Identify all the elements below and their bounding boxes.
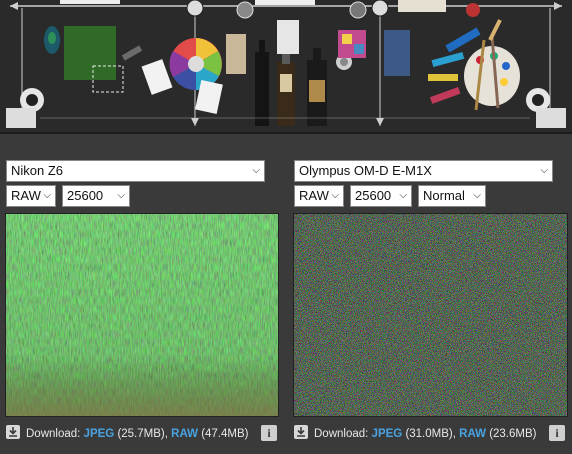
right-info-icon[interactable]: i — [549, 425, 565, 441]
left-iso-select[interactable]: 25600 ⌵ — [62, 185, 130, 207]
right-camera-value: Olympus OM-D E-M1X — [299, 163, 432, 178]
left-camera-value: Nikon Z6 — [11, 163, 64, 178]
chevron-down-icon: ⌵ — [252, 165, 260, 176]
left-camera-select[interactable]: Nikon Z6 ⌵ — [6, 160, 265, 182]
studio-scene-overview[interactable] — [0, 0, 572, 132]
left-jpeg-link[interactable]: JPEG — [84, 428, 115, 440]
right-mode-select[interactable]: Normal ⌵ — [418, 185, 486, 207]
left-info-icon[interactable]: i — [261, 425, 277, 441]
chevron-down-icon: ⌵ — [399, 190, 407, 201]
right-iso-value: 25600 — [355, 188, 392, 203]
right-camera-select[interactable]: Olympus OM-D E-M1X ⌵ — [294, 160, 553, 182]
download-icon[interactable] — [6, 425, 20, 439]
left-raw-link[interactable]: RAW — [171, 428, 198, 440]
right-raw-size: (23.6MB) — [489, 428, 537, 440]
chevron-down-icon: ⌵ — [43, 190, 51, 201]
left-jpeg-size: (25.7MB) — [117, 428, 165, 440]
chevron-down-icon: ⌵ — [473, 190, 481, 201]
left-crop-image[interactable] — [5, 213, 279, 417]
right-download-label: Download: — [314, 428, 369, 440]
left-iso-value: 25600 — [67, 188, 104, 203]
left-format-select[interactable]: RAW ⌵ — [6, 185, 56, 207]
right-raw-link[interactable]: RAW — [459, 428, 486, 440]
left-download-label: Download: — [26, 428, 81, 440]
left-download-row: Download: JPEG (25.7MB), RAW (47.4MB) — [6, 425, 248, 443]
left-raw-size: (47.4MB) — [201, 428, 249, 440]
chevron-down-icon: ⌵ — [540, 165, 548, 176]
right-crop-image[interactable] — [293, 213, 568, 417]
right-download-row: Download: JPEG (31.0MB), RAW (23.6MB) — [294, 425, 536, 443]
separator: , — [452, 428, 456, 440]
right-format-select[interactable]: RAW ⌵ — [294, 185, 344, 207]
left-grass-image — [6, 214, 278, 416]
right-mode-value: Normal — [423, 188, 465, 203]
right-format-value: RAW — [299, 188, 329, 203]
chevron-down-icon: ⌵ — [331, 190, 339, 201]
right-jpeg-link[interactable]: JPEG — [372, 428, 403, 440]
scene-illustration — [0, 0, 572, 132]
download-icon[interactable] — [294, 425, 308, 439]
right-noise-image — [294, 214, 567, 416]
right-jpeg-size: (31.0MB) — [405, 428, 453, 440]
scene-divider — [0, 132, 572, 134]
chevron-down-icon: ⌵ — [117, 190, 125, 201]
separator: , — [164, 428, 168, 440]
right-iso-select[interactable]: 25600 ⌵ — [350, 185, 412, 207]
left-format-value: RAW — [11, 188, 41, 203]
